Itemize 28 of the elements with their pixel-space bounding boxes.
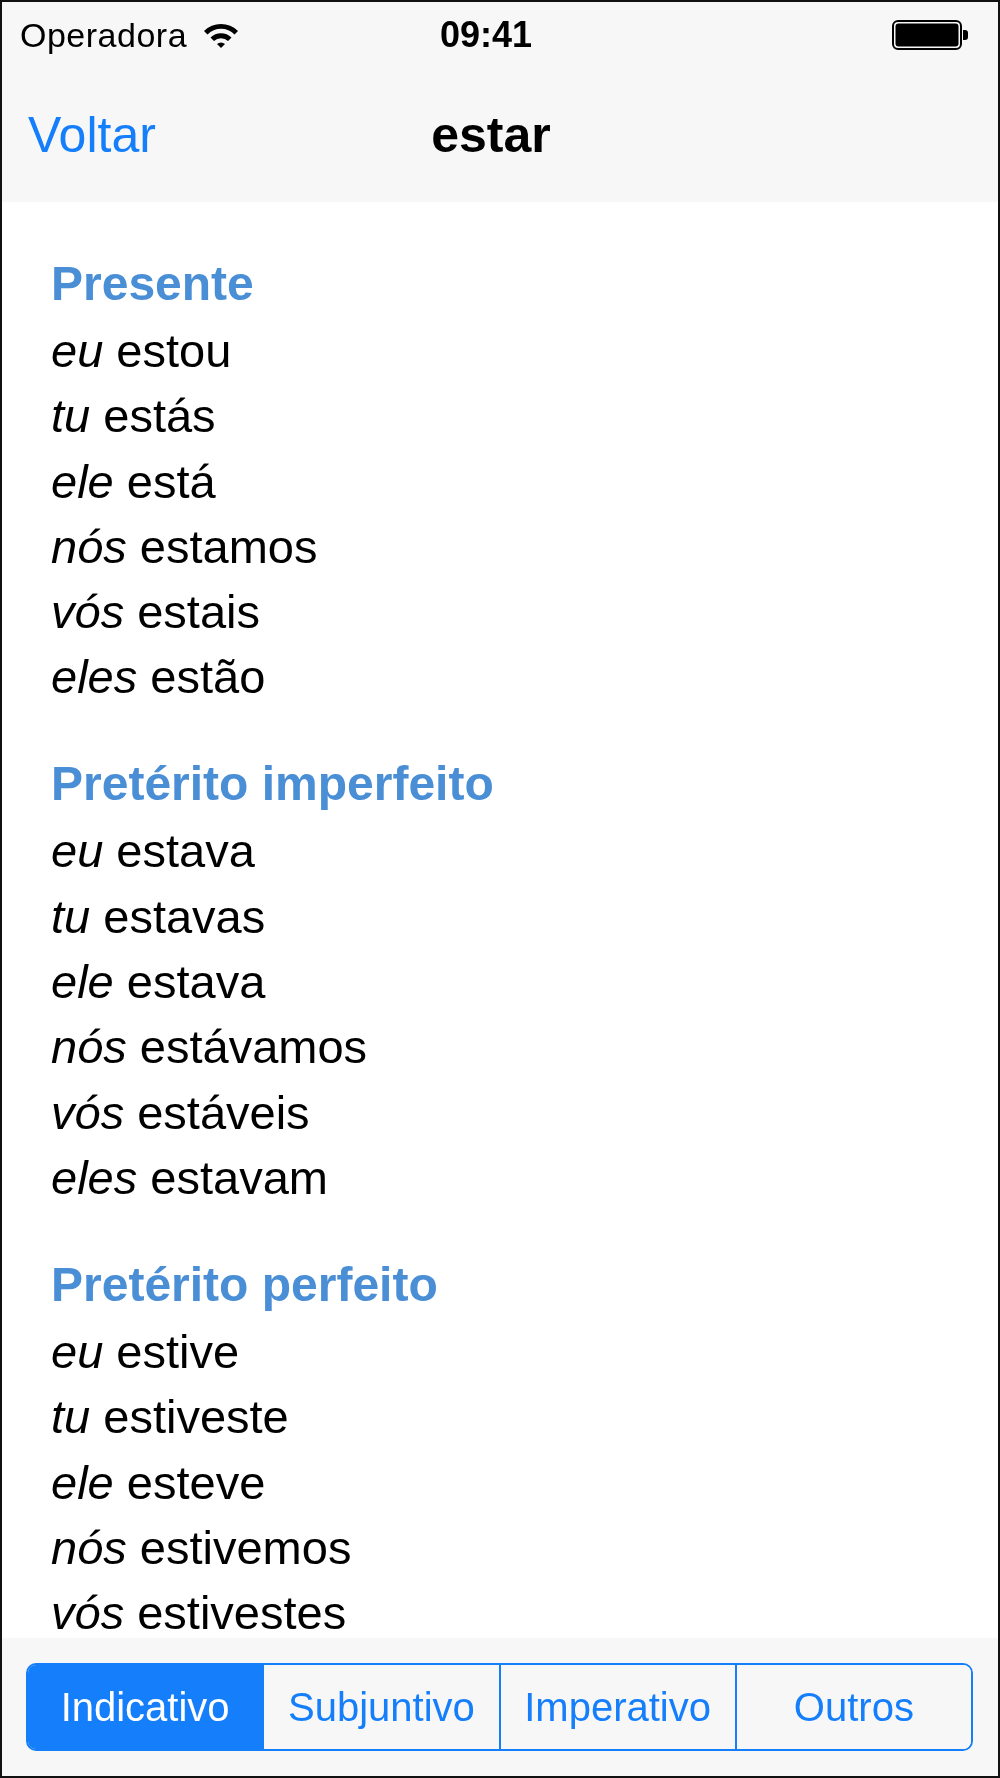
conjugation-line: nós estivemos — [51, 1523, 352, 1572]
carrier-name: Operadora — [20, 15, 188, 55]
wifi-icon — [203, 22, 240, 48]
mood-tab[interactable]: Indicativo — [28, 1665, 263, 1749]
conjugation-line: vós estáveis — [51, 1088, 310, 1137]
status-time: 09:41 — [439, 14, 533, 56]
conjugation-line: tu estiveste — [51, 1393, 289, 1442]
tense-heading: Pretérito imperfeito — [51, 756, 494, 813]
nav-title: estar — [431, 106, 551, 164]
conjugation-line: vós estais — [51, 588, 260, 637]
conjugation-line: tu estavas — [51, 892, 266, 941]
conjugation-line: tu estás — [51, 392, 216, 441]
conjugation-line: eu estou — [51, 327, 232, 375]
conjugation-line: nós estamos — [51, 522, 318, 571]
battery-icon — [892, 20, 968, 50]
conjugation-line: vós estivestes — [51, 1589, 347, 1638]
tense-heading: Pretérito perfeito — [51, 1256, 438, 1313]
conjugation-line: eles estavam — [51, 1153, 328, 1202]
tense-heading: Presente — [51, 256, 254, 312]
conjugation-line: nós estávamos — [51, 1023, 368, 1072]
conjugation-line: ele esteve — [51, 1458, 266, 1507]
conjugation-line: ele está — [51, 457, 216, 506]
conjugation-line: eu estava — [51, 827, 255, 876]
conjugation-line: eu estive — [51, 1327, 240, 1376]
back-link[interactable]: Voltar — [28, 106, 156, 164]
conjugation-line: eles estão — [51, 653, 266, 702]
conjugation-line: ele estava — [51, 958, 266, 1007]
mood-tab[interactable]: Outros — [734, 1665, 971, 1749]
